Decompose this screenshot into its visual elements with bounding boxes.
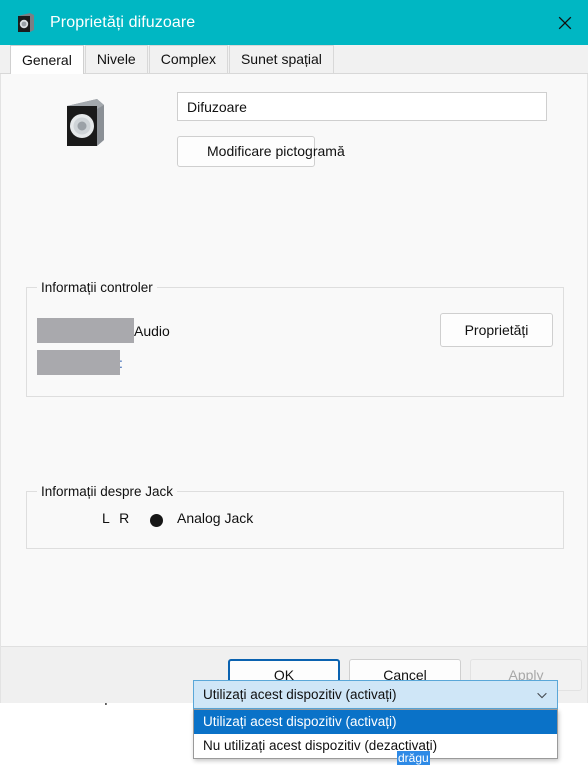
drag-text-ghost: drăgu	[397, 751, 430, 765]
controller-info-title: Informații controler	[37, 280, 157, 295]
jack-dot-icon	[150, 514, 163, 527]
chevron-down-icon	[527, 688, 557, 702]
window-title: Proprietăți difuzoare	[50, 13, 196, 31]
device-usage-option-disabled[interactable]: Nu utilizați acest dispozitiv (dezactiva…	[194, 734, 557, 758]
controller-detail-suffix: :	[119, 355, 123, 371]
tab-sunet-spatial[interactable]: Sunet spațial	[228, 45, 334, 73]
redacted-controller-detail	[37, 350, 120, 375]
jack-channels: L R	[102, 510, 133, 526]
redacted-controller-name	[37, 318, 134, 343]
device-name-input[interactable]	[177, 92, 547, 121]
device-usage-option-enabled[interactable]: Utilizați acest dispozitiv (activați)	[194, 710, 557, 734]
jack-info-group: Informații despre Jack L R Analog Jack	[26, 484, 564, 549]
tab-general[interactable]: General	[10, 45, 84, 74]
controller-properties-button[interactable]: Proprietăți	[440, 313, 553, 347]
device-usage-dropdown-list: Utilizați acest dispozitiv (activați) Nu…	[193, 709, 558, 759]
tab-complex[interactable]: Complex	[148, 45, 228, 73]
speaker-properties-dialog: Proprietăți difuzoare General Nivele Com…	[0, 0, 588, 765]
close-icon[interactable]	[542, 0, 588, 45]
device-usage-combobox[interactable]: Utilizați acest dispozitiv (activați)	[193, 680, 558, 709]
device-usage-selected-value: Utilizați acest dispozitiv (activați)	[203, 687, 397, 702]
jack-label: Analog Jack	[177, 510, 254, 526]
speaker-icon	[61, 96, 107, 148]
tab-panel-general: Modificare pictogramă Informații control…	[0, 74, 588, 765]
tab-nivele[interactable]: Nivele	[84, 45, 148, 73]
jack-info-title: Informații despre Jack	[37, 484, 178, 499]
device-header-row: Modificare pictogramă	[1, 90, 587, 182]
change-icon-button-label: Modificare pictogramă	[207, 143, 345, 159]
speaker-icon	[14, 11, 38, 35]
controller-name-suffix: Audio	[134, 323, 170, 339]
title-bar: Proprietăți difuzoare	[0, 0, 588, 45]
tab-strip: General Nivele Complex Sunet spațial	[0, 45, 588, 74]
controller-info-group: Informații controler Audio : Proprietăți	[26, 280, 564, 397]
